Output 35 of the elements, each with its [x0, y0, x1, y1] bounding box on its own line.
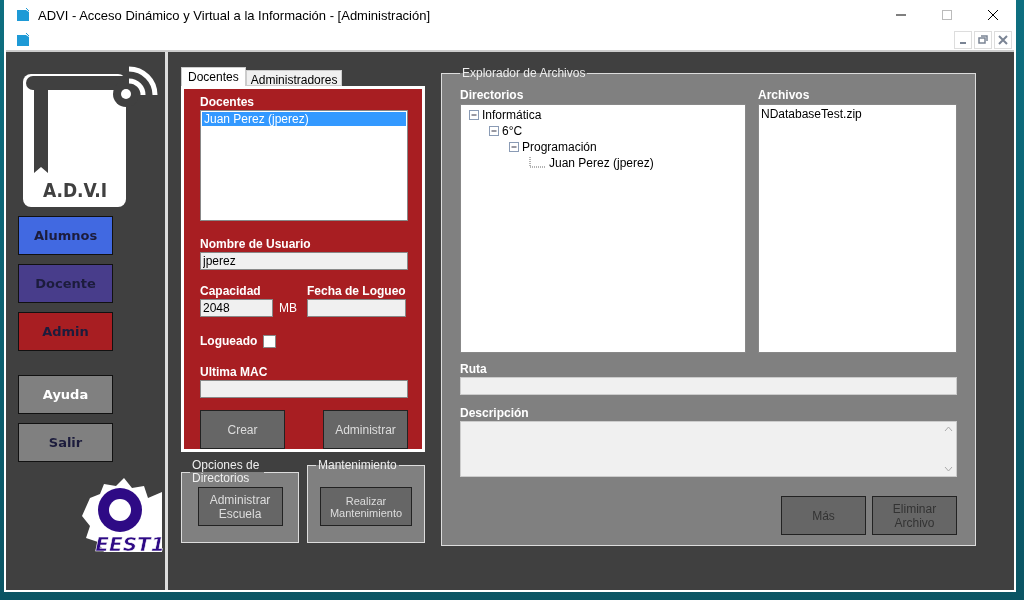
- capacity-field[interactable]: 2048: [200, 299, 273, 317]
- field-label: Descripción: [460, 406, 530, 420]
- checkbox-label: Logueado: [200, 334, 258, 348]
- field-label: Directorios: [460, 88, 525, 102]
- username-field[interactable]: jperez: [200, 252, 408, 270]
- tree-item[interactable]: Juan Perez (jperez): [549, 156, 654, 170]
- tree-item[interactable]: 6°C: [502, 124, 523, 138]
- list-item[interactable]: NDatabaseTest.zip: [761, 107, 954, 121]
- unit-label: MB: [279, 300, 297, 315]
- directory-tree[interactable]: Informática 6°C Programación Juan Perez (jperez): [460, 104, 746, 353]
- app-logo: A.D.V.I: [23, 65, 160, 207]
- field-label: Nombre de Usuario: [200, 237, 312, 251]
- action-button[interactable]: Administrar: [323, 410, 408, 449]
- tree-item[interactable]: Programación: [522, 140, 597, 154]
- tree-item[interactable]: Informática: [482, 108, 542, 122]
- window-title: ADVI - Acceso Dinámico y Virtual a la Información - [Administración]: [38, 7, 432, 23]
- teacher-list[interactable]: Juan Perez (jperez): [200, 110, 408, 221]
- nav-button[interactable]: Ayuda: [18, 375, 113, 414]
- action-button[interactable]: Crear: [200, 410, 285, 449]
- nav-button[interactable]: Alumnos: [18, 216, 113, 255]
- field-label: Docentes: [200, 95, 256, 109]
- field-label: Ruta: [460, 362, 488, 376]
- manage-school-button[interactable]: Administrar Escuela: [197, 487, 283, 526]
- maintenance-button[interactable]: Realizar Mantenimiento: [320, 487, 412, 526]
- field-label: Capacidad: [200, 284, 262, 298]
- field-label: Fecha de Logueo: [307, 284, 406, 298]
- nav-button[interactable]: Admin: [18, 312, 113, 351]
- group-title: Opciones de Directorios: [191, 459, 261, 485]
- file-list[interactable]: NDatabaseTest.zip: [758, 104, 957, 353]
- tab[interactable]: Administradores: [245, 70, 343, 86]
- tab[interactable]: Docentes: [181, 67, 246, 86]
- field-label: Ultima MAC: [200, 365, 269, 379]
- list-item[interactable]: Juan Perez (jperez): [202, 112, 406, 126]
- field-label: Archivos: [758, 88, 811, 102]
- nav-button[interactable]: Salir: [18, 423, 113, 462]
